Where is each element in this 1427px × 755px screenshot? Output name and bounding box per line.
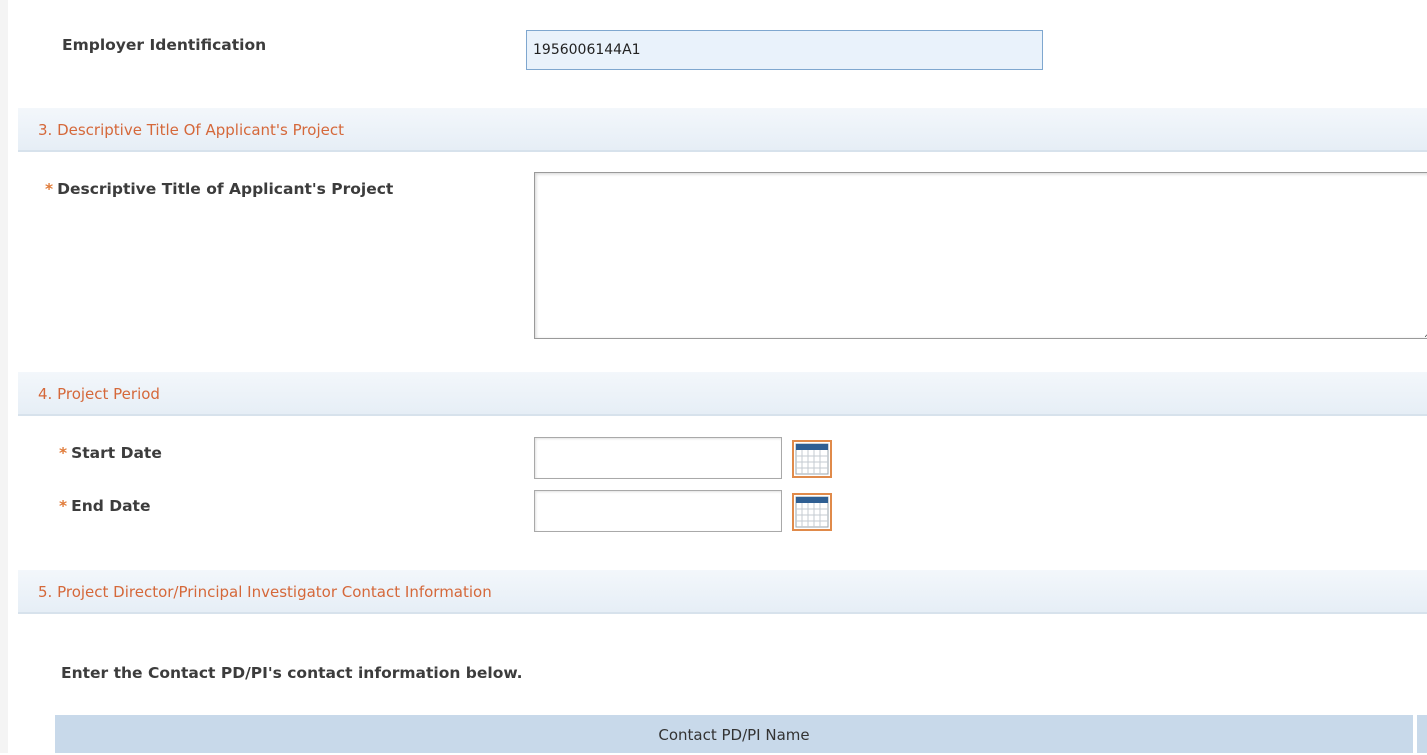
section-5-title: 5. Project Director/Principal Investigat… bbox=[38, 583, 492, 601]
start-date-label: * Start Date bbox=[59, 444, 162, 462]
descriptive-title-label: * Descriptive Title of Applicant's Projec… bbox=[45, 180, 393, 198]
employer-identification-input[interactable] bbox=[526, 30, 1043, 70]
calendar-icon bbox=[795, 443, 829, 475]
left-border bbox=[0, 0, 8, 753]
column-header-contact-name: Contact PD/PI Name bbox=[658, 726, 810, 744]
end-date-input[interactable] bbox=[534, 490, 782, 532]
calendar-icon bbox=[795, 496, 829, 528]
end-date-calendar-icon[interactable] bbox=[792, 493, 832, 531]
required-marker: * bbox=[59, 444, 68, 462]
required-marker: * bbox=[45, 180, 54, 198]
section-5-header: 5. Project Director/Principal Investigat… bbox=[18, 570, 1427, 614]
section-3-title: 3. Descriptive Title Of Applicant's Proj… bbox=[38, 121, 344, 139]
start-date-label-text: Start Date bbox=[71, 444, 162, 462]
section-4-title: 4. Project Period bbox=[38, 385, 160, 403]
contact-table-header-next-column bbox=[1417, 715, 1427, 753]
section-3-header: 3. Descriptive Title Of Applicant's Proj… bbox=[18, 108, 1427, 152]
section-4-header: 4. Project Period bbox=[18, 372, 1427, 416]
employer-identification-label: Employer Identification bbox=[62, 36, 267, 54]
required-marker: * bbox=[59, 497, 68, 515]
descriptive-title-textarea[interactable] bbox=[534, 172, 1427, 339]
end-date-label-text: End Date bbox=[71, 497, 151, 515]
start-date-calendar-icon[interactable] bbox=[792, 440, 832, 478]
descriptive-title-label-text: Descriptive Title of Applicant's Project bbox=[57, 180, 394, 198]
start-date-input[interactable] bbox=[534, 437, 782, 479]
end-date-label: * End Date bbox=[59, 497, 150, 515]
contact-table-header: Contact PD/PI Name bbox=[55, 715, 1415, 753]
contact-instruction-text: Enter the Contact PD/PI's contact inform… bbox=[61, 664, 523, 682]
